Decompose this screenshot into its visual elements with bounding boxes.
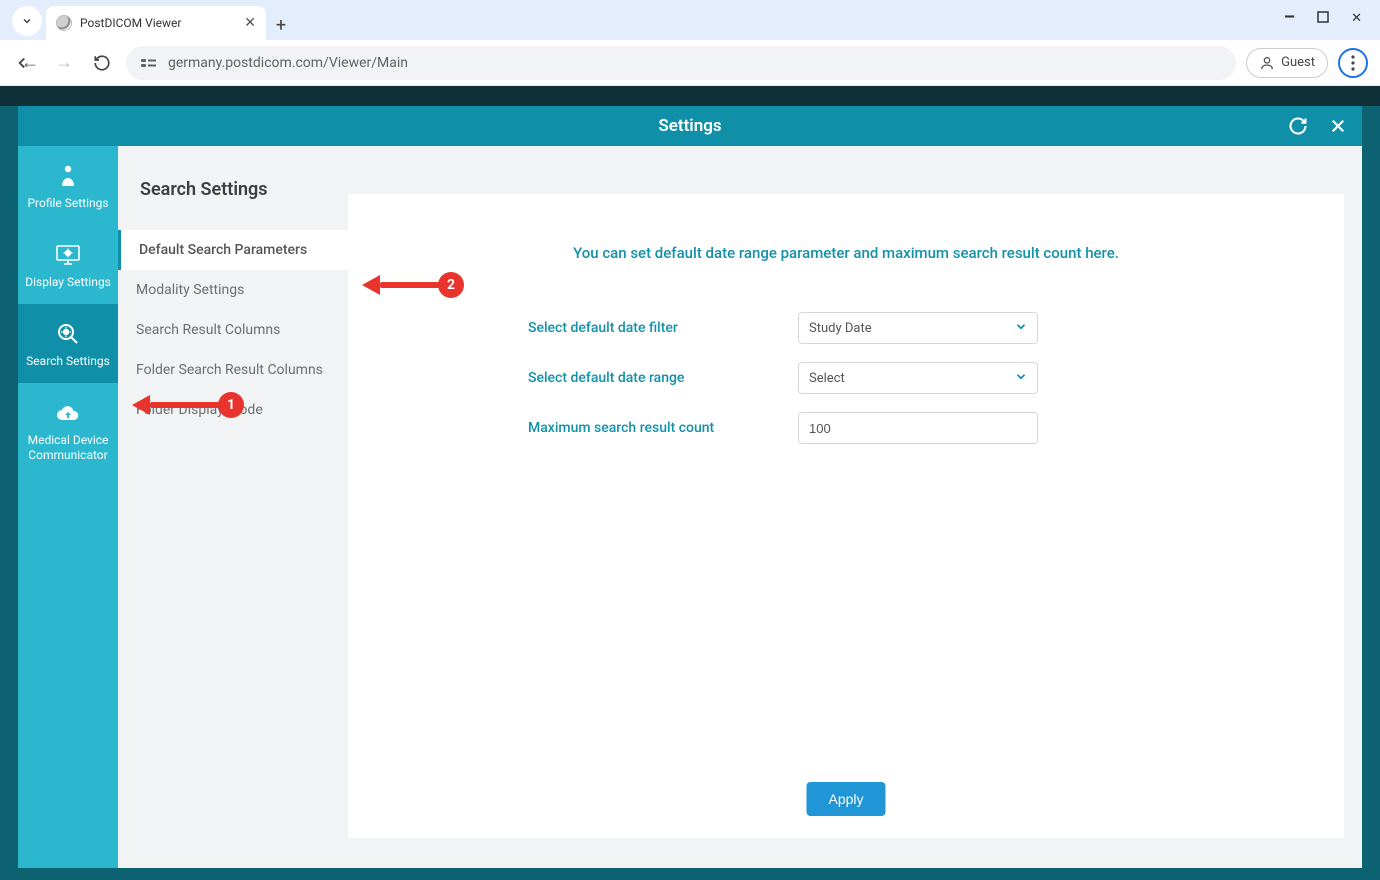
subnav-heading: Search Settings (118, 164, 348, 230)
subnav-folder-search-result-columns[interactable]: Folder Search Result Columns (118, 350, 348, 390)
cloud-icon (24, 399, 112, 427)
browser-toolbar: ← → germany.postdicom.com/Viewer/Main Gu… (0, 40, 1380, 86)
annotation-arrow-2: 2 (362, 272, 464, 298)
rail-label: Profile Settings (24, 196, 112, 211)
input-max-result-count-field[interactable] (809, 421, 1027, 436)
tab-title: PostDICOM Viewer (80, 16, 181, 30)
annotation-badge-2: 2 (438, 272, 464, 298)
settings-content: You can set default date range parameter… (348, 146, 1362, 868)
rail-label: Medical Device Communicator (24, 433, 112, 463)
rail-medical-device[interactable]: Medical Device Communicator (18, 383, 118, 477)
modal-title: Settings (18, 116, 1362, 136)
address-bar[interactable]: germany.postdicom.com/Viewer/Main (126, 46, 1236, 80)
subnav-label: Default Search Parameters (139, 242, 307, 258)
browser-tab[interactable]: PostDICOM Viewer ✕ (46, 6, 266, 40)
tab-search-chevron[interactable] (12, 6, 42, 36)
back-button[interactable]: ← (12, 49, 40, 77)
person-icon (24, 162, 112, 190)
url-text: germany.postdicom.com/Viewer/Main (168, 55, 408, 71)
tab-close-icon[interactable]: ✕ (244, 15, 256, 31)
select-default-date-range[interactable]: Select (798, 362, 1038, 394)
search-gear-icon (24, 320, 112, 348)
rail-search-settings[interactable]: Search Settings (18, 304, 118, 383)
favicon-icon (56, 15, 72, 31)
maximize-icon[interactable] (1317, 11, 1329, 32)
select-default-date-filter[interactable]: Study Date (798, 312, 1038, 344)
settings-panel: You can set default date range parameter… (348, 194, 1344, 838)
subnav-label: Search Result Columns (136, 322, 280, 338)
select-value: Select (809, 371, 845, 386)
apply-button[interactable]: Apply (806, 782, 885, 816)
rail-label: Search Settings (24, 354, 112, 369)
new-tab-button[interactable]: + (266, 15, 296, 40)
subnav-label: Modality Settings (136, 282, 244, 298)
info-text: You can set default date range parameter… (348, 244, 1344, 262)
refresh-icon[interactable] (1284, 112, 1312, 140)
rail-profile-settings[interactable]: Profile Settings (18, 146, 118, 225)
modal-titlebar: Settings (18, 106, 1362, 146)
reload-button[interactable] (88, 49, 116, 77)
rail-label: Display Settings (24, 275, 112, 290)
minimize-icon[interactable]: – (1284, 7, 1295, 28)
browser-tab-strip: PostDICOM Viewer ✕ + – ✕ (0, 0, 1380, 40)
label-default-date-range: Select default date range (528, 370, 758, 386)
settings-rail: Profile Settings Display Settings Search… (18, 146, 118, 868)
subnav-default-search-params[interactable]: Default Search Parameters (118, 230, 348, 270)
label-max-result-count: Maximum search result count (528, 420, 758, 436)
profile-label: Guest (1281, 55, 1315, 70)
window-controls: – ✕ (1284, 11, 1380, 40)
annotation-badge-1: 1 (218, 392, 244, 418)
settings-modal: Settings Profile Settings Displa (18, 106, 1362, 868)
close-window-icon[interactable]: ✕ (1351, 11, 1362, 32)
forward-button: → (50, 49, 78, 77)
subnav-label: Folder Search Result Columns (136, 362, 323, 378)
label-default-date-filter: Select default date filter (528, 320, 758, 336)
close-icon[interactable] (1324, 112, 1352, 140)
monitor-gear-icon (24, 241, 112, 269)
subnav-modality-settings[interactable]: Modality Settings (118, 270, 348, 310)
site-settings-icon[interactable] (140, 56, 158, 70)
rail-display-settings[interactable]: Display Settings (18, 225, 118, 304)
select-value: Study Date (809, 321, 872, 336)
subnav-search-result-columns[interactable]: Search Result Columns (118, 310, 348, 350)
settings-subnav: Search Settings Default Search Parameter… (118, 146, 348, 868)
input-max-result-count[interactable] (798, 412, 1038, 444)
browser-menu-button[interactable] (1338, 48, 1368, 78)
profile-button[interactable]: Guest (1246, 48, 1328, 78)
annotation-arrow-1: 1 (132, 392, 244, 418)
